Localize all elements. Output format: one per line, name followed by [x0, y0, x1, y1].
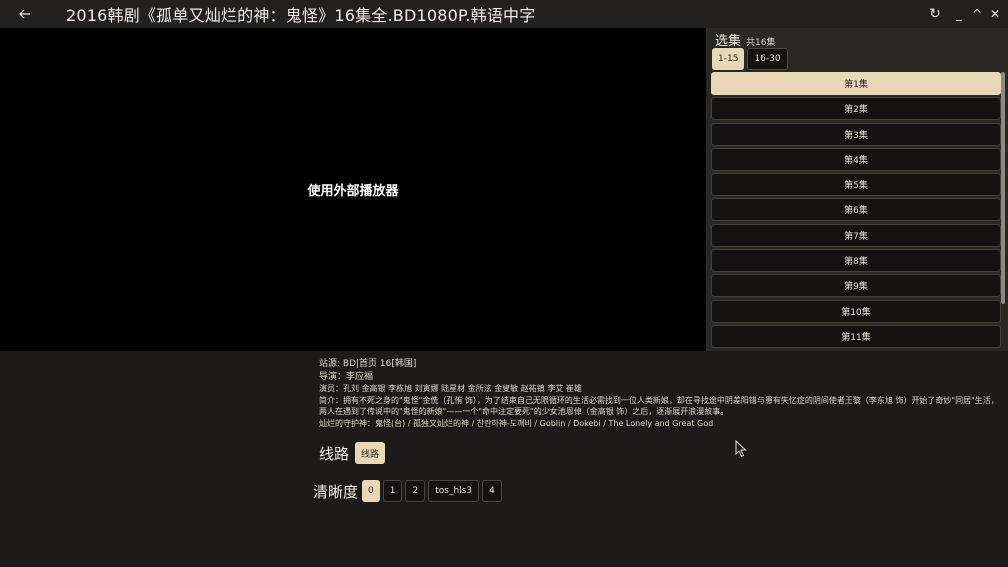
episode-item[interactable]: 第10集	[711, 299, 1001, 323]
maximize-icon: ^	[971, 7, 983, 21]
episode-item[interactable]: 第5集	[711, 173, 1001, 197]
window-controls: ↻ _ ^ ✕	[920, 0, 1008, 28]
quality-chip-2[interactable]: 2	[405, 480, 426, 502]
range-tab-1-15[interactable]: 1-15	[712, 48, 745, 70]
quality-chip-0[interactable]: 0	[362, 480, 380, 502]
back-button[interactable]	[0, 0, 50, 28]
synopsis-text: 简介：拥有不死之身的"鬼怪"金侁（孔侑 饰），为了结束自己无限循环的生活必需找到…	[319, 395, 999, 405]
source-text: 站源: BD|首页 16[韩国]	[319, 359, 417, 369]
minimize-button[interactable]: _	[950, 0, 968, 28]
episode-item[interactable]: 第8集	[711, 249, 1001, 273]
refresh-icon: ↻	[929, 6, 941, 22]
quality-chip-tos-hls3[interactable]: tos_hls3	[428, 480, 480, 502]
maximize-button[interactable]: ^	[968, 0, 986, 28]
route-label: 线路	[319, 444, 350, 463]
cast-text: 演员：孔刘 金高银 李栋旭 刘寅娜 陆星材 金所泫 金叟敏 赵祐镇 李艾 崔雄	[319, 384, 582, 393]
minimize-icon: _	[956, 7, 962, 21]
episode-item[interactable]: 第2集	[711, 97, 1001, 121]
episode-header: 选集 共16集	[715, 30, 775, 49]
mouse-cursor-icon	[735, 440, 747, 458]
route-selector: 线路 线路	[319, 442, 388, 464]
episode-item[interactable]: 第4集	[711, 147, 1001, 171]
synopsis-text-continued: 两人在遇到了传说中的"鬼怪的新娘"——一个"命中注定要死"的少女池恩倬（金高银 …	[319, 407, 729, 416]
range-tab-16-30[interactable]: 16-30	[747, 48, 788, 70]
episode-heading: 选集	[715, 34, 742, 49]
alt-names-text: 灿烂的守护神：鬼怪(台) / 孤独又灿烂的神 / 찬란하神-도깨비 / Gobl…	[319, 418, 714, 428]
quality-selector: 清晰度 0 1 2 tos_hls3 4	[313, 480, 505, 502]
quality-chip-1[interactable]: 1	[382, 480, 403, 502]
episode-list: 第1集 第2集 第3集 第4集 第5集 第6集 第7集 第8集 第9集 第10集…	[711, 72, 1003, 350]
external-player-label[interactable]: 使用外部播放器	[307, 180, 398, 199]
episode-panel: 选集 共16集 1-15 16-30 第1集 第2集 第3集 第4集 第5集 第…	[706, 28, 1008, 351]
episode-range-tabs: 1-15 16-30	[712, 48, 791, 70]
video-player[interactable]: 使用外部播放器	[0, 28, 706, 351]
refresh-button[interactable]: ↻	[920, 0, 950, 28]
episode-item[interactable]: 第6集	[711, 198, 1001, 222]
episode-item[interactable]: 第7集	[711, 223, 1001, 247]
director-text: 导演：李应福	[319, 371, 374, 382]
episode-item[interactable]: 第1集	[711, 72, 1001, 95]
episode-scrollbar[interactable]	[1001, 72, 1005, 304]
episode-count: 共16集	[746, 38, 776, 48]
window-title: 2016韩剧《孤单又灿烂的神：鬼怪》16集全.BD1080P.韩语中字	[66, 6, 536, 25]
episode-item[interactable]: 第3集	[711, 122, 1001, 146]
title-bar: 2016韩剧《孤单又灿烂的神：鬼怪》16集全.BD1080P.韩语中字 ↻ _ …	[0, 0, 1008, 28]
episode-item[interactable]: 第9集	[711, 274, 1001, 298]
close-button[interactable]: ✕	[986, 0, 1004, 28]
arrow-left-icon	[19, 9, 30, 19]
close-icon: ✕	[989, 7, 1001, 21]
route-chip[interactable]: 线路	[355, 442, 386, 464]
video-info: 站源: BD|首页 16[韩国] 导演：李应福 演员：孔刘 金高银 李栋旭 刘寅…	[319, 358, 999, 429]
episode-item[interactable]: 第11集	[711, 324, 1001, 348]
quality-label: 清晰度	[313, 482, 359, 501]
quality-chip-4[interactable]: 4	[482, 480, 502, 502]
